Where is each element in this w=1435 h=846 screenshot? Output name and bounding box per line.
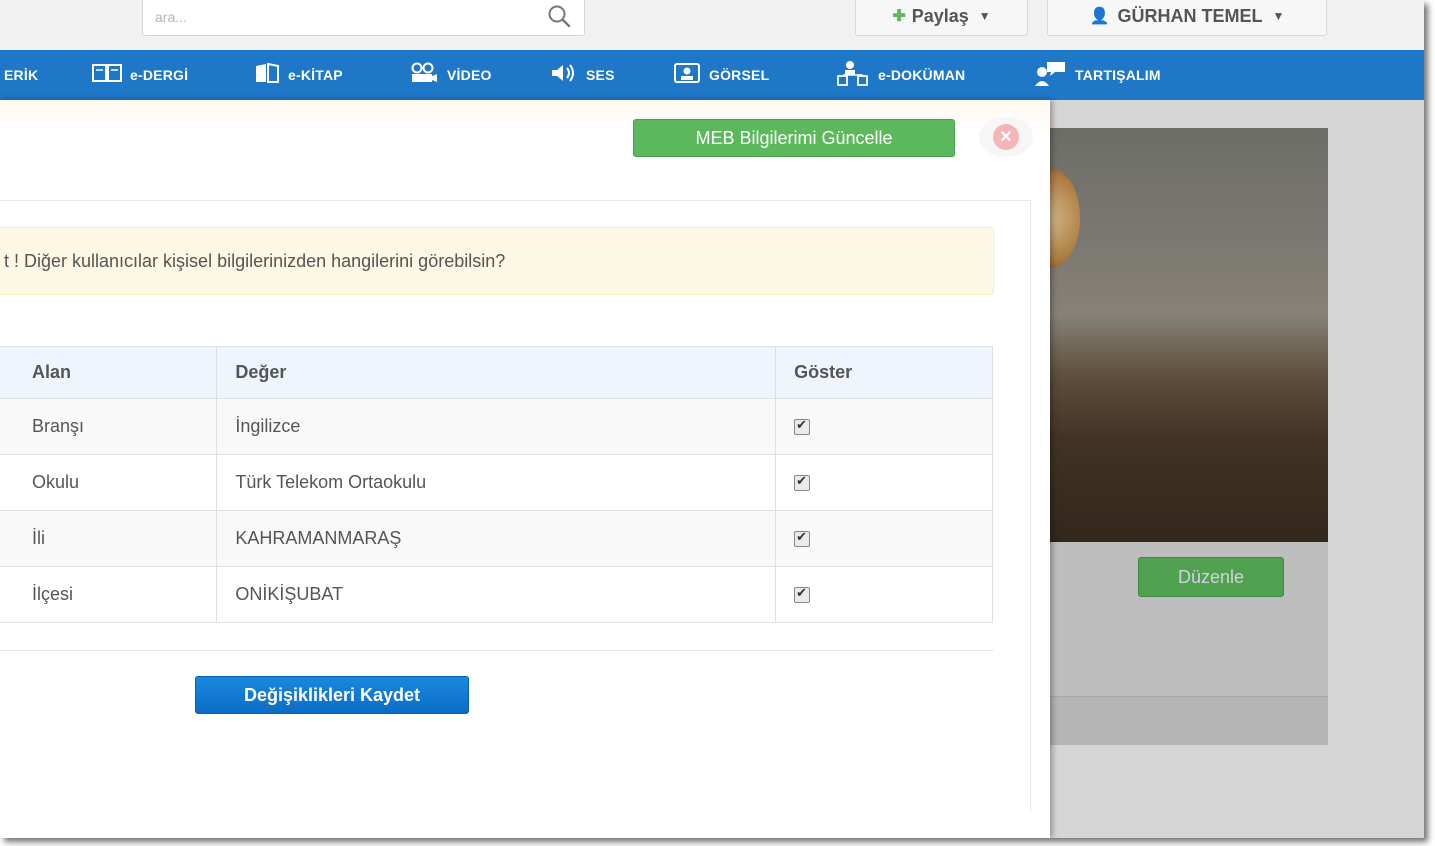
plus-icon: ✚: [892, 8, 906, 25]
save-changes-label: Değişiklikleri Kaydet: [243, 684, 421, 705]
show-cell: [775, 566, 993, 623]
modal-backdrop[interactable]: [1040, 100, 1424, 838]
privacy-alert-text: t ! Diğer kullanıcılar kişisel bilgileri…: [4, 250, 506, 271]
document-icon: [836, 60, 870, 91]
show-checkbox[interactable]: [794, 473, 811, 492]
nav-item-video[interactable]: VİDEO: [409, 50, 492, 100]
user-name: GÜRHAN TEMEL: [1117, 5, 1263, 26]
show-checkbox[interactable]: [794, 585, 811, 604]
app-window: ✚ Paylaş ▼ 👤 GÜRHAN TEMEL ▼ ERİK e-DERGİ…: [0, 0, 1424, 838]
form-divider: [0, 650, 994, 651]
field-name: İli: [0, 510, 218, 567]
field-name: Branşı: [0, 398, 218, 455]
discussion-icon: [1033, 60, 1067, 91]
update-meb-info-label: MEB Bilgilerimi Güncelle: [695, 127, 893, 148]
field-value: KAHRAMANMARAŞ: [216, 510, 777, 567]
table-header-row: Alan Değer Göster: [0, 346, 993, 399]
book-icon: [254, 62, 280, 89]
user-menu-button[interactable]: 👤 GÜRHAN TEMEL ▼: [1047, 0, 1327, 36]
nav-item-e-dergi[interactable]: e-DERGİ: [92, 50, 188, 100]
nav-item-label: TARTIŞALIM: [1075, 67, 1161, 83]
nav-item-tartisalim[interactable]: TARTIŞALIM: [1033, 50, 1161, 100]
share-label: Paylaş: [911, 5, 969, 26]
field-value: İngilizce: [216, 398, 777, 455]
search-box[interactable]: [142, 0, 585, 36]
nav-item-label: e-KİTAP: [288, 67, 343, 83]
nav-item-e-dokuman[interactable]: e-DOKÜMAN: [836, 50, 965, 100]
show-checkbox[interactable]: [794, 417, 811, 436]
privacy-alert: t ! Diğer kullanıcılar kişisel bilgileri…: [0, 227, 994, 295]
update-meb-info-button[interactable]: MEB Bilgilerimi Güncelle: [633, 119, 955, 157]
table-row: İli KAHRAMANMARAŞ: [0, 510, 993, 567]
magazine-icon: [92, 63, 122, 88]
nav-item-ses[interactable]: SES: [550, 50, 615, 100]
show-cell: [775, 454, 993, 511]
top-header: ✚ Paylaş ▼ 👤 GÜRHAN TEMEL ▼: [0, 0, 1424, 50]
show-cell: [775, 398, 993, 455]
nav-item-label: SES: [586, 67, 615, 83]
column-header-show: Göster: [775, 346, 993, 399]
nav-item-label: e-DOKÜMAN: [878, 67, 966, 83]
video-icon: [409, 62, 439, 89]
nav-item-gorsel[interactable]: GÖRSEL: [673, 50, 769, 100]
field-value: ONİKİŞUBAT: [216, 566, 777, 623]
nav-item-label: ERİK: [4, 67, 39, 83]
show-checkbox[interactable]: [794, 529, 811, 548]
chevron-down-icon: ▼: [1272, 9, 1285, 23]
nav-item-label: VİDEO: [447, 67, 492, 83]
field-value: Türk Telekom Ortaokulu: [216, 454, 777, 511]
privacy-modal: MEB Bilgilerimi Güncelle ✕ t ! Diğer kul…: [0, 100, 1050, 838]
user-icon: 👤: [1089, 8, 1110, 25]
main-nav: ERİK e-DERGİ e-KİTAP VİDEO SES GÖRSEL e-…: [0, 50, 1424, 100]
speaker-icon: [550, 62, 578, 89]
show-cell: [775, 510, 993, 567]
table-row: Branşı İngilizce: [0, 398, 993, 455]
search-input[interactable]: [153, 5, 537, 29]
chevron-down-icon: ▼: [978, 9, 991, 23]
nav-item-e-kitap[interactable]: e-KİTAP: [254, 50, 343, 100]
nav-item-icerik[interactable]: ERİK: [4, 50, 38, 100]
nav-item-label: e-DERGİ: [130, 67, 189, 83]
close-button[interactable]: ✕: [979, 117, 1033, 157]
table-row: İlçesi ONİKİŞUBAT: [0, 566, 993, 623]
visibility-table: Alan Değer Göster Branşı İngilizce Okulu…: [0, 346, 993, 623]
column-header-field: Alan: [0, 346, 218, 399]
nav-item-label: GÖRSEL: [709, 67, 770, 83]
field-name: İlçesi: [0, 566, 218, 623]
table-row: Okulu Türk Telekom Ortaokulu: [0, 454, 993, 511]
column-header-value: Değer: [216, 346, 777, 399]
close-icon: ✕: [993, 124, 1019, 150]
share-button[interactable]: ✚ Paylaş ▼: [855, 0, 1028, 36]
search-icon[interactable]: [546, 3, 572, 29]
save-changes-button[interactable]: Değişiklikleri Kaydet: [195, 676, 469, 714]
image-icon: [673, 62, 701, 89]
field-name: Okulu: [0, 454, 218, 511]
